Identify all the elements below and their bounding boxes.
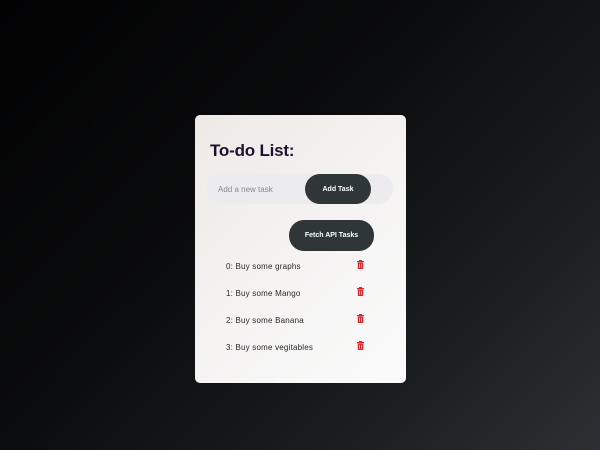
add-task-button[interactable]: Add Task xyxy=(305,174,371,204)
trash-icon[interactable] xyxy=(357,260,364,269)
task-input[interactable] xyxy=(206,174,306,204)
trash-icon[interactable] xyxy=(357,341,364,350)
task-label: 1: Buy some Mango xyxy=(226,289,301,298)
task-label: 0: Buy some graphs xyxy=(226,262,301,271)
list-item: 0: Buy some graphs xyxy=(226,255,376,282)
page-title: To-do List: xyxy=(210,141,295,160)
trash-icon[interactable] xyxy=(357,287,364,296)
fetch-api-tasks-button[interactable]: Fetch API Tasks xyxy=(289,220,374,251)
task-list: 0: Buy some graphs 1: Buy some Mango 2: … xyxy=(226,255,376,363)
list-item: 3: Buy some vegitables xyxy=(226,336,376,363)
list-item: 2: Buy some Banana xyxy=(226,309,376,336)
task-label: 2: Buy some Banana xyxy=(226,316,304,325)
list-item: 1: Buy some Mango xyxy=(226,282,376,309)
todo-card: To-do List: Add Task Fetch API Tasks 0: … xyxy=(195,115,406,383)
task-label: 3: Buy some vegitables xyxy=(226,343,314,352)
trash-icon[interactable] xyxy=(357,314,364,323)
